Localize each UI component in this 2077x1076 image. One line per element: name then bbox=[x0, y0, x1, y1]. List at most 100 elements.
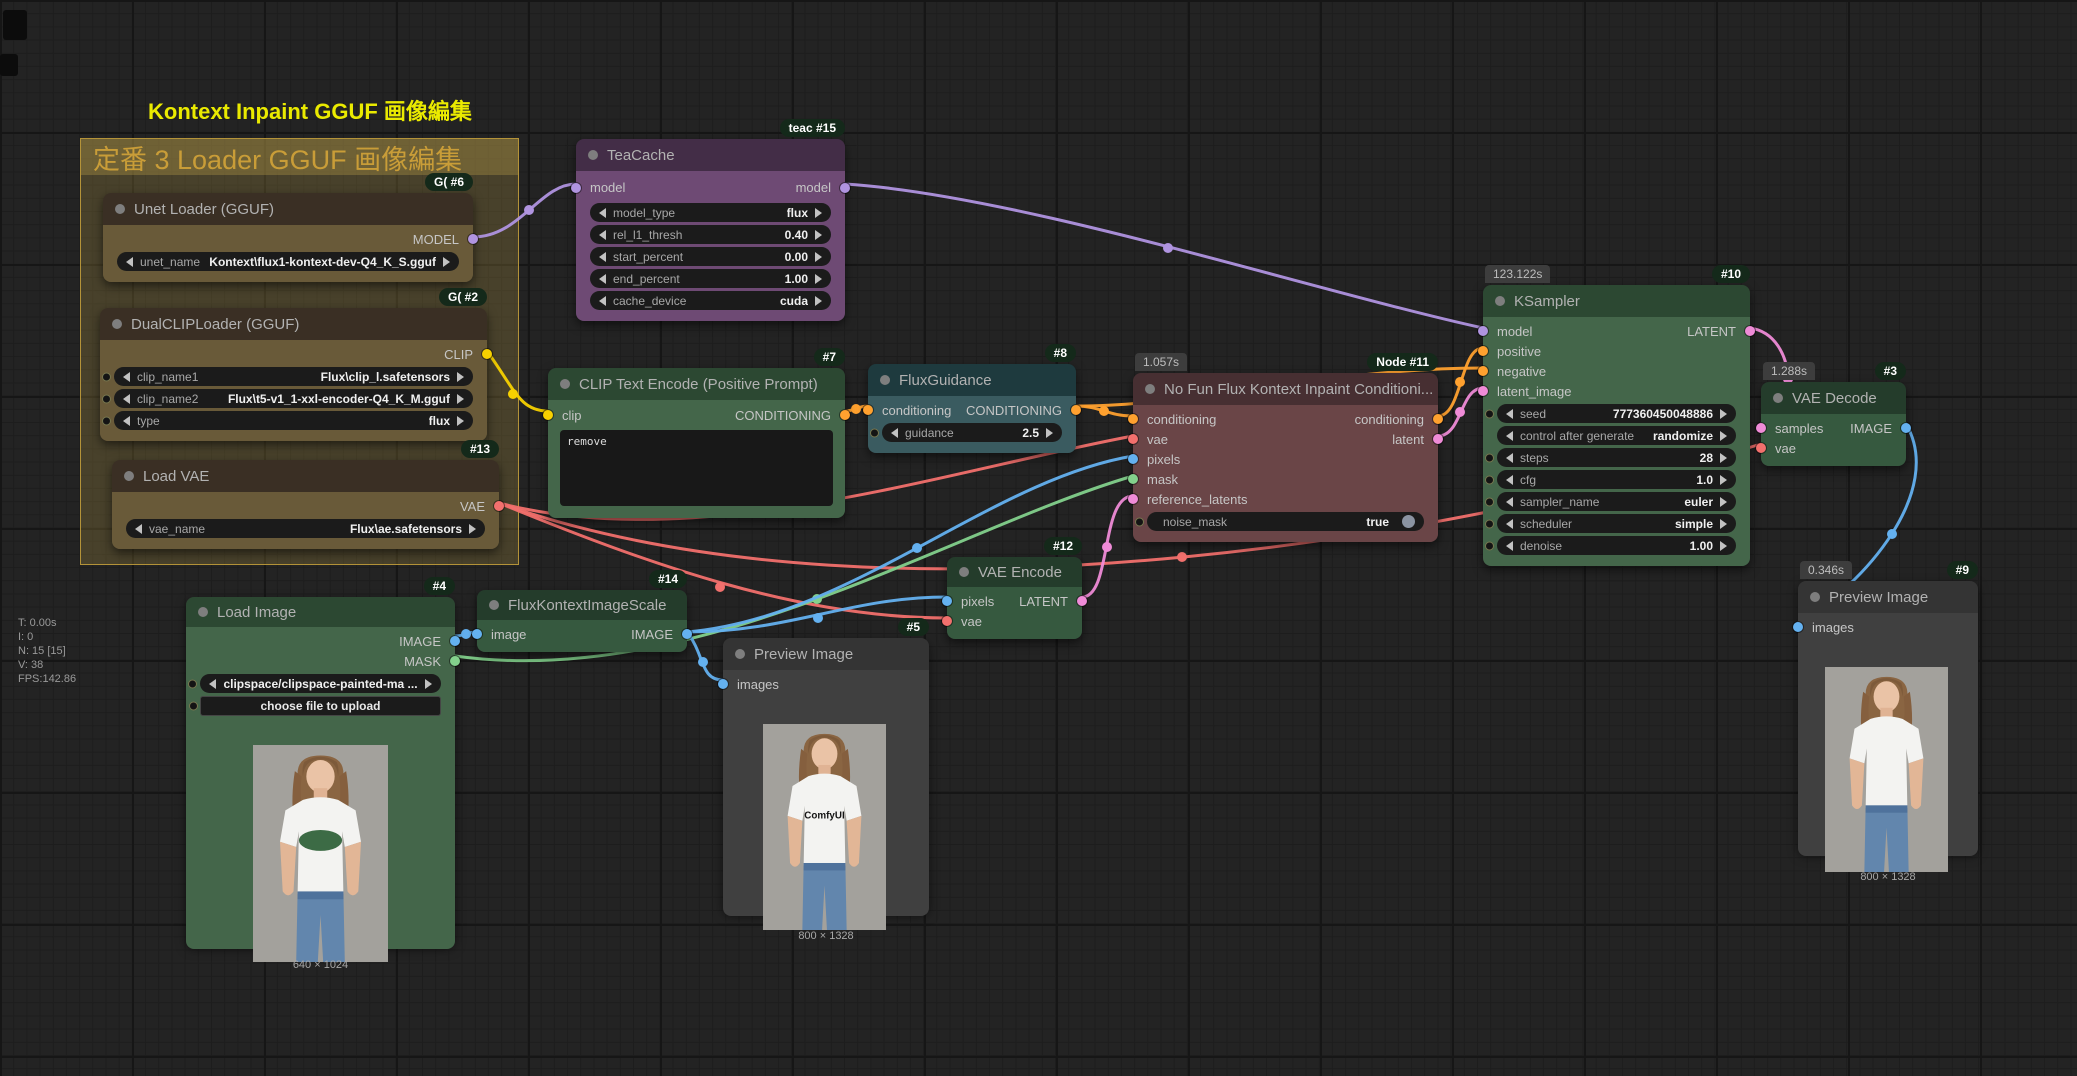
collapse-dot-icon[interactable] bbox=[560, 379, 570, 389]
widget-clip-name1[interactable]: clip_name1 Flux\clip_l.safetensors bbox=[114, 367, 473, 386]
node-unet-loader[interactable]: G( #6 Unet Loader (GGUF) MODEL unet_name… bbox=[103, 193, 473, 282]
node-header[interactable]: Unet Loader (GGUF) bbox=[103, 193, 473, 225]
collapse-dot-icon[interactable] bbox=[959, 567, 969, 577]
combo-left-arrow-icon[interactable] bbox=[599, 208, 606, 218]
widget-sampler-name[interactable]: sampler_name euler bbox=[1497, 492, 1736, 511]
widget-control-after-generate[interactable]: control after generate randomize bbox=[1497, 426, 1736, 445]
widget-socket[interactable] bbox=[1485, 475, 1494, 484]
output-port-vae[interactable] bbox=[494, 501, 504, 511]
output-port-image[interactable] bbox=[450, 636, 460, 646]
combo-right-arrow-icon[interactable] bbox=[425, 679, 432, 689]
combo-right-arrow-icon[interactable] bbox=[815, 208, 822, 218]
input-port-latent-image[interactable] bbox=[1478, 386, 1488, 396]
widget-vae-name[interactable]: vae_name Flux\ae.safetensors bbox=[126, 519, 485, 538]
input-port-clip[interactable] bbox=[543, 410, 553, 420]
combo-right-arrow-icon[interactable] bbox=[457, 394, 464, 404]
output-port-conditioning[interactable] bbox=[840, 410, 850, 420]
widget-socket[interactable] bbox=[189, 702, 198, 711]
widget-guidance[interactable]: guidance 2.5 bbox=[882, 423, 1062, 442]
widget-start-percent[interactable]: start_percent 0.00 bbox=[590, 247, 831, 266]
node-header[interactable]: TeaCache bbox=[576, 139, 845, 171]
widget-clip-name2[interactable]: clip_name2 Flux\t5-v1_1-xxl-encoder-Q4_K… bbox=[114, 389, 473, 408]
output-port-model[interactable] bbox=[468, 234, 478, 244]
collapse-dot-icon[interactable] bbox=[124, 471, 134, 481]
combo-right-arrow-icon[interactable] bbox=[1720, 497, 1727, 507]
widget-scheduler[interactable]: scheduler simple bbox=[1497, 514, 1736, 533]
widget-socket[interactable] bbox=[1485, 541, 1494, 550]
output-port-latent[interactable] bbox=[1077, 596, 1087, 606]
collapse-dot-icon[interactable] bbox=[588, 150, 598, 160]
stepper-left-arrow-icon[interactable] bbox=[1506, 541, 1513, 551]
widget-socket[interactable] bbox=[1485, 453, 1494, 462]
combo-right-arrow-icon[interactable] bbox=[815, 230, 822, 240]
output-port-mask[interactable] bbox=[450, 656, 460, 666]
input-port-mask[interactable] bbox=[1128, 474, 1138, 484]
stepper-right-arrow-icon[interactable] bbox=[1720, 431, 1727, 441]
input-port-images[interactable] bbox=[718, 679, 728, 689]
node-load-image[interactable]: #4 Load Image IMAGE MASK clipspace/clips… bbox=[186, 597, 455, 945]
node-flux-guidance[interactable]: #8 FluxGuidance conditioning CONDITIONIN… bbox=[868, 364, 1076, 453]
widget-seed[interactable]: seed 777360450048886 bbox=[1497, 404, 1736, 423]
stepper-left-arrow-icon[interactable] bbox=[1506, 431, 1513, 441]
stepper-right-arrow-icon[interactable] bbox=[1720, 475, 1727, 485]
collapse-dot-icon[interactable] bbox=[1495, 296, 1505, 306]
collapse-dot-icon[interactable] bbox=[1773, 393, 1783, 403]
combo-right-arrow-icon[interactable] bbox=[815, 274, 822, 284]
node-header[interactable]: No Fun Flux Kontext Inpaint Conditioni..… bbox=[1133, 373, 1438, 405]
collapse-dot-icon[interactable] bbox=[880, 375, 890, 385]
combo-left-arrow-icon[interactable] bbox=[1506, 497, 1513, 507]
input-port-pixels[interactable] bbox=[1128, 454, 1138, 464]
stepper-right-arrow-icon[interactable] bbox=[1720, 409, 1727, 419]
node-header[interactable]: KSampler bbox=[1483, 285, 1750, 317]
stepper-left-arrow-icon[interactable] bbox=[1506, 453, 1513, 463]
collapse-dot-icon[interactable] bbox=[1145, 384, 1155, 394]
combo-right-arrow-icon[interactable] bbox=[457, 372, 464, 382]
combo-left-arrow-icon[interactable] bbox=[126, 257, 133, 267]
combo-left-arrow-icon[interactable] bbox=[599, 274, 606, 284]
collapse-dot-icon[interactable] bbox=[1810, 592, 1820, 602]
prompt-textarea[interactable]: remove bbox=[560, 430, 833, 506]
node-header[interactable]: CLIP Text Encode (Positive Prompt) bbox=[548, 368, 845, 400]
combo-right-arrow-icon[interactable] bbox=[443, 257, 450, 267]
widget-cache-device[interactable]: cache_device cuda bbox=[590, 291, 831, 310]
combo-left-arrow-icon[interactable] bbox=[599, 296, 606, 306]
combo-right-arrow-icon[interactable] bbox=[815, 252, 822, 262]
output-port-model[interactable] bbox=[840, 183, 850, 193]
widget-socket[interactable] bbox=[102, 416, 111, 425]
combo-right-arrow-icon[interactable] bbox=[469, 524, 476, 534]
collapse-dot-icon[interactable] bbox=[198, 607, 208, 617]
input-port-images[interactable] bbox=[1793, 622, 1803, 632]
widget-noise-mask[interactable]: noise_mask true bbox=[1147, 512, 1424, 531]
output-port-conditioning[interactable] bbox=[1433, 414, 1443, 424]
input-port-model[interactable] bbox=[571, 183, 581, 193]
widget-model-type[interactable]: model_type flux bbox=[590, 203, 831, 222]
node-vae-encode[interactable]: #12 VAE Encode pixels LATENT vae bbox=[947, 557, 1082, 639]
input-port-conditioning[interactable] bbox=[863, 405, 873, 415]
input-port-vae[interactable] bbox=[942, 616, 952, 626]
input-port-vae[interactable] bbox=[1128, 434, 1138, 444]
combo-left-arrow-icon[interactable] bbox=[1506, 519, 1513, 529]
input-port-negative[interactable] bbox=[1478, 366, 1488, 376]
combo-left-arrow-icon[interactable] bbox=[123, 394, 130, 404]
node-header[interactable]: VAE Decode bbox=[1761, 382, 1906, 414]
node-dual-clip-loader[interactable]: G( #2 DualCLIPLoader (GGUF) CLIP clip_na… bbox=[100, 308, 487, 441]
node-teacache[interactable]: teac #15 TeaCache model model model_type… bbox=[576, 139, 845, 321]
collapse-dot-icon[interactable] bbox=[115, 204, 125, 214]
input-port-samples[interactable] bbox=[1756, 423, 1766, 433]
input-port-conditioning[interactable] bbox=[1128, 414, 1138, 424]
widget-rel-l1-thresh[interactable]: rel_l1_thresh 0.40 bbox=[590, 225, 831, 244]
node-header[interactable]: Load VAE bbox=[112, 460, 499, 492]
widget-image-file[interactable]: clipspace/clipspace-painted-ma ... bbox=[200, 674, 441, 693]
combo-right-arrow-icon[interactable] bbox=[1046, 428, 1053, 438]
collapse-dot-icon[interactable] bbox=[735, 649, 745, 659]
output-port-latent[interactable] bbox=[1433, 434, 1443, 444]
stepper-left-arrow-icon[interactable] bbox=[1506, 409, 1513, 419]
node-load-vae[interactable]: #13 Load VAE VAE vae_name Flux\ae.safete… bbox=[112, 460, 499, 549]
node-header[interactable]: VAE Encode bbox=[947, 557, 1082, 587]
node-preview-image-right[interactable]: 0.346s #9 Preview Image images bbox=[1798, 581, 1978, 852]
widget-socket[interactable] bbox=[1135, 517, 1144, 526]
node-header[interactable]: FluxKontextImageScale bbox=[477, 590, 687, 620]
combo-left-arrow-icon[interactable] bbox=[599, 252, 606, 262]
output-port-conditioning[interactable] bbox=[1071, 405, 1081, 415]
node-inpaint-conditioning[interactable]: 1.057s Node #11 No Fun Flux Kontext Inpa… bbox=[1133, 373, 1438, 542]
